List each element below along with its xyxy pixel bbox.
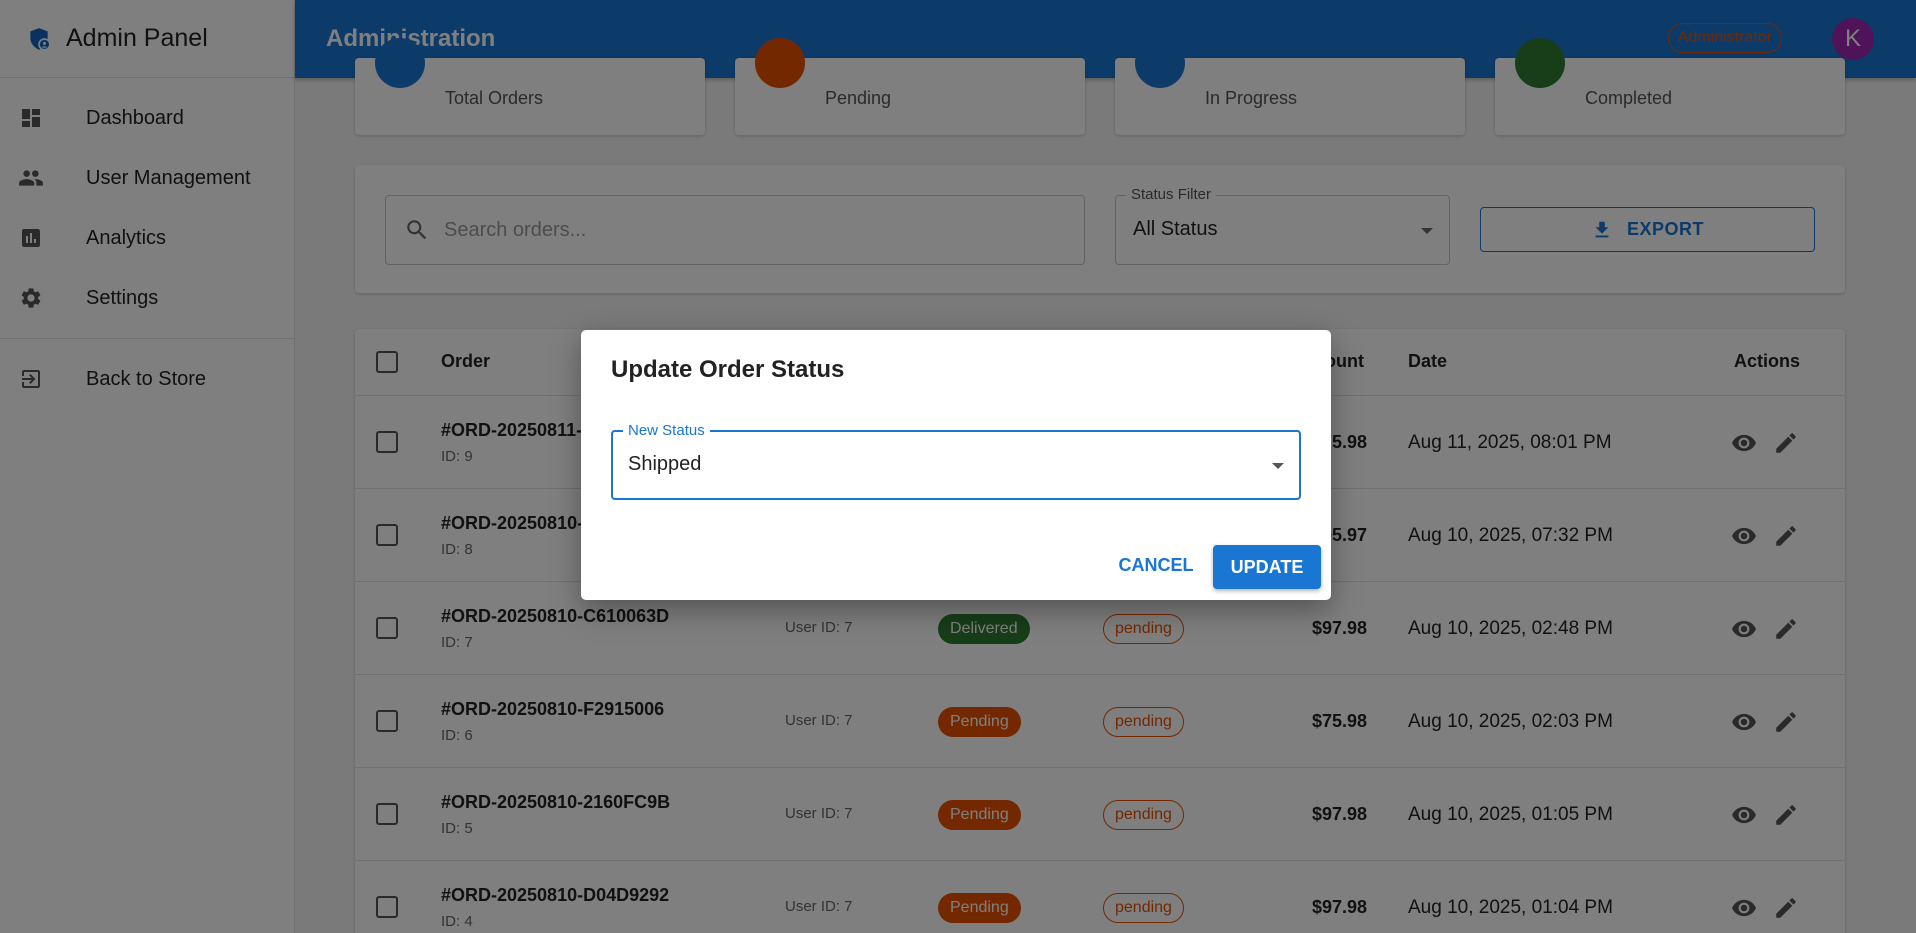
- cancel-button[interactable]: CANCEL: [1111, 545, 1201, 585]
- new-status-label: New Status: [623, 422, 710, 439]
- chevron-down-icon: [1272, 463, 1284, 469]
- new-status-select[interactable]: New Status Shipped: [611, 422, 1301, 500]
- update-button[interactable]: UPDATE: [1213, 545, 1321, 589]
- new-status-value: Shipped: [628, 453, 702, 475]
- update-status-dialog: Update Order Status New Status Shipped C…: [581, 330, 1331, 600]
- dialog-title: Update Order Status: [611, 356, 845, 383]
